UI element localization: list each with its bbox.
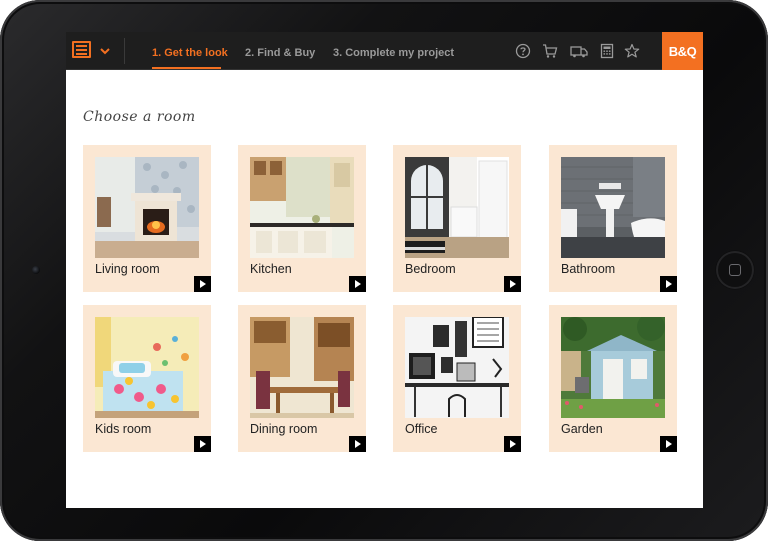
room-label: Kitchen — [250, 262, 292, 276]
tab-complete-my-project[interactable]: 3. Complete my project — [333, 47, 454, 59]
room-card-living-room[interactable]: Living room — [83, 145, 211, 292]
play-icon[interactable] — [504, 436, 521, 452]
play-icon[interactable] — [349, 436, 366, 452]
play-icon[interactable] — [194, 276, 211, 292]
menu-icon[interactable] — [72, 41, 91, 58]
room-label: Kids room — [95, 422, 152, 436]
room-label: Dining room — [250, 422, 318, 436]
home-button[interactable] — [716, 251, 754, 289]
play-icon[interactable] — [660, 276, 677, 292]
garden-image — [561, 317, 665, 418]
page-title: Choose a room — [83, 109, 196, 125]
room-label: Bedroom — [405, 262, 456, 276]
room-label: Living room — [95, 262, 160, 276]
room-card-kids-room[interactable]: Kids room — [83, 305, 211, 452]
kids-room-image — [95, 317, 199, 418]
room-card-kitchen[interactable]: Kitchen — [238, 145, 366, 292]
kitchen-image — [250, 157, 354, 258]
play-icon[interactable] — [504, 276, 521, 292]
app-screen: 1. Get the look 2. Find & Buy 3. Complet… — [66, 32, 703, 508]
brand-logo[interactable]: B&Q — [662, 32, 703, 70]
tab-get-the-look[interactable]: 1. Get the look — [152, 47, 228, 59]
tab-find-and-buy[interactable]: 2. Find & Buy — [245, 47, 315, 59]
bathroom-image — [561, 157, 665, 258]
room-card-bathroom[interactable]: Bathroom — [549, 145, 677, 292]
play-icon[interactable] — [660, 436, 677, 452]
room-card-office[interactable]: Office — [393, 305, 521, 452]
top-navigation-bar: 1. Get the look 2. Find & Buy 3. Complet… — [66, 32, 703, 70]
room-card-bedroom[interactable]: Bedroom — [393, 145, 521, 292]
star-icon[interactable] — [624, 43, 640, 59]
room-label: Office — [405, 422, 438, 436]
dining-room-image — [250, 317, 354, 418]
delivery-truck-icon[interactable] — [570, 43, 588, 59]
play-icon[interactable] — [349, 276, 366, 292]
room-card-garden[interactable]: Garden — [549, 305, 677, 452]
front-camera — [32, 266, 40, 274]
tablet-frame: 1. Get the look 2. Find & Buy 3. Complet… — [0, 0, 768, 541]
office-image — [405, 317, 509, 418]
room-label: Garden — [561, 422, 603, 436]
home-square-icon — [729, 264, 741, 276]
bedroom-image — [405, 157, 509, 258]
help-icon[interactable] — [515, 43, 531, 59]
active-tab-indicator — [152, 67, 221, 69]
calculator-icon[interactable] — [599, 43, 615, 59]
play-icon[interactable] — [194, 436, 211, 452]
nav-divider — [124, 38, 125, 64]
living-room-image — [95, 157, 199, 258]
chevron-down-icon[interactable] — [98, 44, 112, 58]
cart-icon[interactable] — [542, 43, 558, 59]
room-card-dining-room[interactable]: Dining room — [238, 305, 366, 452]
room-label: Bathroom — [561, 262, 616, 276]
